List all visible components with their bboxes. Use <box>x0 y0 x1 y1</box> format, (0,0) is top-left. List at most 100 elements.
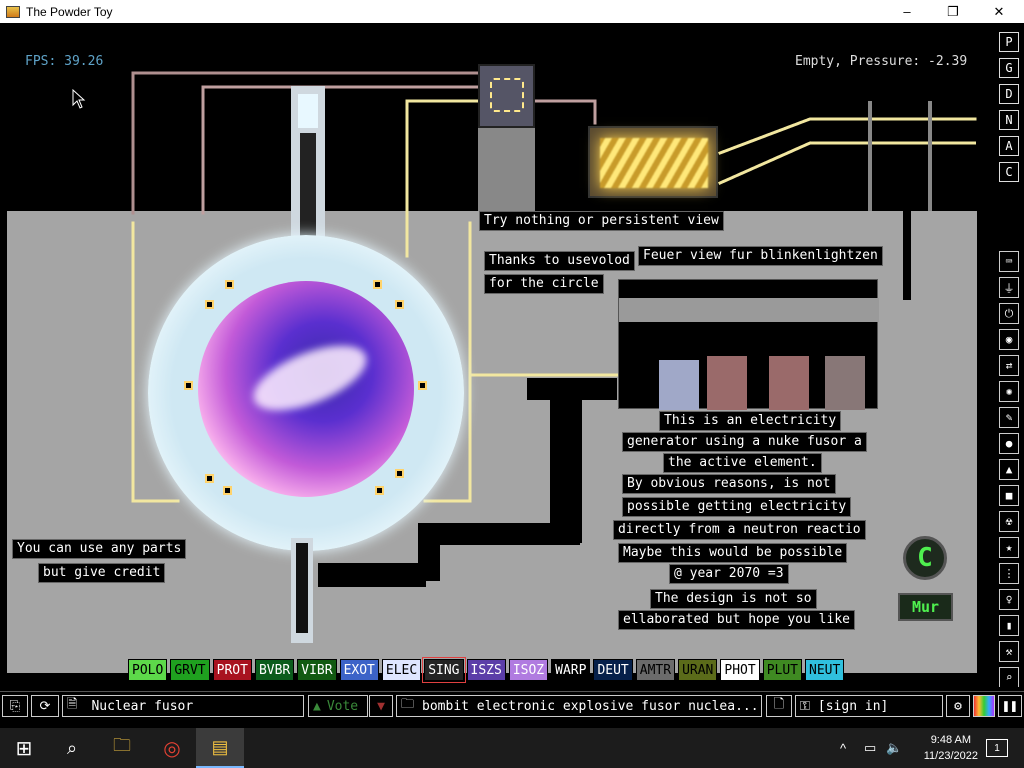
simulation-canvas[interactable]: FPS: 39.26 Empty, Pressure: -2.39 Try no… <box>0 23 1024 687</box>
save-bar: ⎘ ⟳ 🗎 Nuclear fusor ▲ Vote ▼ 🗀 bombit el… <box>0 691 1024 720</box>
element-isoz-button[interactable]: ISOZ <box>508 659 549 681</box>
hammer-icon[interactable]: ⚒ <box>999 641 1019 662</box>
reload-button[interactable]: ⟳ <box>31 695 59 717</box>
label-desc-7: Maybe this would be possible <box>618 543 848 563</box>
render-mode-d-button[interactable]: D <box>999 84 1019 104</box>
bulb-icon[interactable]: ♀ <box>999 589 1019 610</box>
element-sing-button[interactable]: SING <box>422 657 466 683</box>
minimize-button[interactable]: – <box>884 0 930 23</box>
tray-overflow-button[interactable]: ^ <box>840 728 846 768</box>
dots-icon[interactable]: ⋮ <box>999 563 1019 584</box>
label-credit-2: but give credit <box>38 563 166 583</box>
element-elec-button[interactable]: ELEC <box>381 659 422 681</box>
gauge-icon[interactable]: ◉ <box>999 329 1019 350</box>
element-exot-button[interactable]: EXOT <box>339 659 379 681</box>
label-desc-2: generator using a nuke fusor a <box>622 432 867 452</box>
pause-button[interactable]: ❚❚ <box>998 695 1022 717</box>
element-uran-button[interactable]: URAN <box>678 659 718 681</box>
element-vibr-button[interactable]: VIBR <box>297 659 337 681</box>
render-mode-g-button[interactable]: G <box>999 58 1019 78</box>
element-plut-button[interactable]: PLUT <box>762 659 802 681</box>
search-icon[interactable]: ⌕ <box>999 667 1019 687</box>
power-icon[interactable]: ⏻ <box>999 303 1019 324</box>
chrome-button[interactable]: ◎ <box>148 728 196 768</box>
label-desc-5: possible getting electricity <box>622 497 852 517</box>
windows-taskbar: ⊞ ⌕ 🗀 ◎ ▤ ^ ▭ 🔈 9:48 AM 11/23/2022 1 <box>0 728 1024 768</box>
switch-box <box>478 64 535 128</box>
heater-box <box>588 126 718 198</box>
volume-icon[interactable]: 🔈 <box>886 728 902 768</box>
file-explorer-button[interactable]: 🗀 <box>98 728 146 768</box>
save-name-field[interactable]: 🗎 Nuclear fusor <box>62 695 304 717</box>
settings-button[interactable]: ⚙ <box>946 695 970 717</box>
vote-up-button[interactable]: ▲ Vote <box>308 695 368 717</box>
spray-icon[interactable]: ✺ <box>999 381 1019 402</box>
notification-button[interactable]: 1 <box>986 739 1008 757</box>
element-amtr-button[interactable]: AMTR <box>635 659 676 681</box>
window-titlebar: The Powder Toy – ❐ ✕ <box>0 0 1024 23</box>
render-mode-n-button[interactable]: N <box>999 110 1019 130</box>
bookmark-icon[interactable]: ▮ <box>999 615 1019 636</box>
label-feuer-view: Feuer view fur blinkenlightzen <box>638 246 883 266</box>
box-icon[interactable]: ■ <box>999 485 1019 506</box>
network-icon[interactable]: ▭ <box>864 728 876 768</box>
plug-icon[interactable]: ⏚ <box>999 277 1019 298</box>
label-desc-6: directly from a neutron reactio <box>613 520 866 540</box>
keyboard-icon[interactable]: ⌨ <box>999 251 1019 272</box>
brush-icon[interactable]: ✎ <box>999 407 1019 428</box>
settings-icon: ⚙ <box>954 698 962 714</box>
render-mode-c-button[interactable]: C <box>999 162 1019 182</box>
tags-text: bombit electronic explosive fusor nuclea… <box>422 698 759 714</box>
star-icon[interactable]: ★ <box>999 537 1019 558</box>
tags-field[interactable]: 🗀 bombit electronic explosive fusor nucl… <box>396 695 762 717</box>
element-polo-button[interactable]: POLO <box>128 659 168 681</box>
chrome-icon: ◎ <box>163 737 181 760</box>
arrows-icon[interactable]: ⇄ <box>999 355 1019 376</box>
powder-toy-app-icon <box>6 5 20 18</box>
label-thanks-1: Thanks to usevolod <box>484 251 635 271</box>
radiation-icon[interactable]: ☢ <box>999 511 1019 532</box>
new-icon: 🗋 <box>773 697 785 712</box>
search-button[interactable]: ⌕ <box>48 728 96 768</box>
render-mode-p-button[interactable]: P <box>999 32 1019 52</box>
element-deut-button[interactable]: DEUT <box>593 659 633 681</box>
warning-icon[interactable]: ▲ <box>999 459 1019 480</box>
open-browser-button[interactable]: ⎘ <box>2 695 28 717</box>
vote-down-icon: ▼ <box>377 698 385 714</box>
element-phot-button[interactable]: PHOT <box>720 659 760 681</box>
powder-toy-taskbar-button[interactable]: ▤ <box>196 728 244 768</box>
drop-icon[interactable]: ● <box>999 433 1019 454</box>
login-icon: ⚿ <box>800 698 810 714</box>
open-icon: ⎘ <box>9 698 21 714</box>
element-warp-button[interactable]: WARP <box>551 659 591 681</box>
powder-toy-icon: ▤ <box>211 736 229 757</box>
element-grvt-button[interactable]: GRVT <box>170 659 210 681</box>
vote-down-button[interactable]: ▼ <box>369 695 393 717</box>
element-iszs-button[interactable]: ISZS <box>466 659 506 681</box>
generator-room <box>618 279 879 410</box>
render-mode-sidebar: PGDNAC <box>999 32 1021 188</box>
folder-icon: 🗀 <box>113 735 131 755</box>
close-button[interactable]: ✕ <box>976 0 1022 23</box>
login-button[interactable]: ⚿ [sign in] <box>795 695 943 717</box>
reload-icon: ⟳ <box>39 698 51 714</box>
label-desc-3: the active element. <box>663 453 822 473</box>
render-mode-a-button[interactable]: A <box>999 136 1019 156</box>
vote-up-icon: ▲ <box>313 698 321 714</box>
chevron-up-icon: ^ <box>840 740 847 756</box>
render-options-button[interactable] <box>973 695 995 717</box>
element-palette: POLO GRVT PROT BVBR VIBR EXOT ELEC SING ISZS ISOZ… <box>128 657 845 683</box>
clock[interactable]: 9:48 AM 11/23/2022 <box>924 732 978 764</box>
new-simulation-button[interactable]: 🗋 <box>766 695 792 717</box>
element-neut-button[interactable]: NEUT <box>805 659 845 681</box>
label-desc-10: ellaborated but hope you like <box>618 610 855 630</box>
pause-icon: ❚❚ <box>1002 698 1018 714</box>
start-button[interactable]: ⊞ <box>0 728 48 768</box>
label-credit-1: You can use any parts <box>12 539 187 559</box>
search-icon: ⌕ <box>66 737 78 758</box>
element-prot-button[interactable]: PROT <box>212 659 252 681</box>
clock-date: 11/23/2022 <box>923 750 978 762</box>
maximize-button[interactable]: ❐ <box>930 0 976 23</box>
vote-label: Vote <box>326 698 359 714</box>
element-bvbr-button[interactable]: BVBR <box>254 659 295 681</box>
